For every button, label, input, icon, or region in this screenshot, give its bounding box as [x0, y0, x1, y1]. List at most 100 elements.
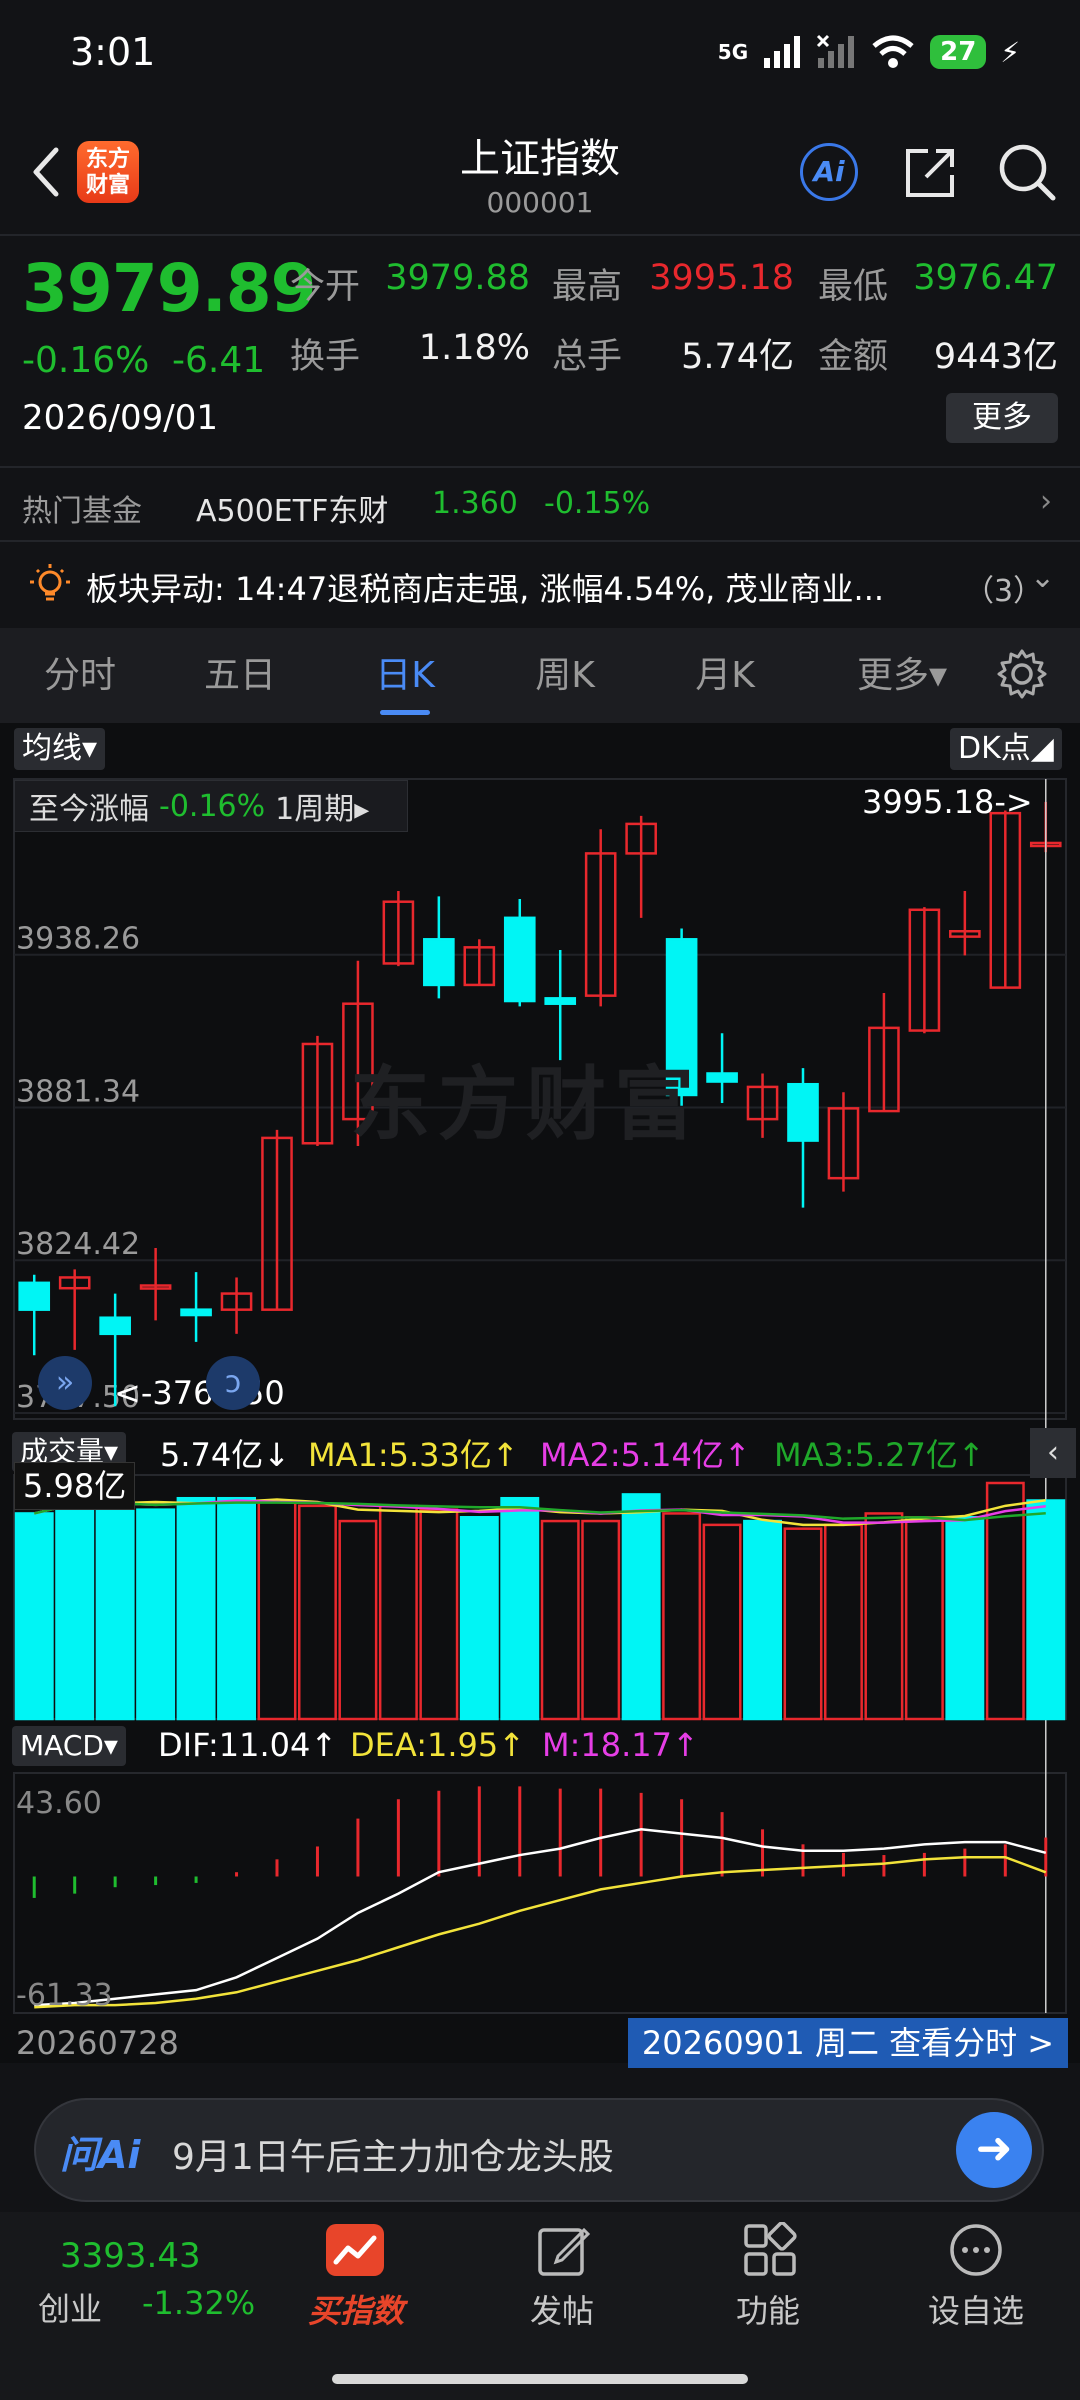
volume-bar	[783, 1527, 823, 1721]
arrow-right-icon[interactable]: ➜	[956, 2112, 1032, 2188]
candle-body	[544, 997, 577, 1005]
tab-more[interactable]: 更多▾	[832, 628, 972, 723]
macd-m: M:18.17↑	[542, 1726, 699, 1764]
volume-bar	[217, 1496, 256, 1721]
wifi-icon	[872, 35, 914, 68]
turnover-label: 换手	[290, 337, 361, 377]
hot-fund-price: 1.360	[432, 486, 518, 521]
volume-scale-label: 5.98亿	[14, 1462, 136, 1510]
macd-selector[interactable]: MACD▾	[12, 1726, 126, 1766]
period-gain-label: 至今涨幅	[29, 792, 149, 827]
low-label: 最低	[818, 267, 889, 307]
volume-bar	[136, 1508, 176, 1721]
candle-body	[99, 1316, 131, 1336]
macd-frame	[13, 1772, 1067, 2014]
kline-y-tick: 3881.34	[16, 1074, 140, 1109]
signal-marker-icon[interactable]: »	[38, 1356, 92, 1410]
change-value: -6.41	[172, 340, 266, 381]
trend-chart-icon[interactable]	[326, 2224, 384, 2276]
volume-bar	[55, 1493, 95, 1721]
period-gain-value: -0.16%	[159, 788, 266, 824]
news-text: 板块异动: 14:47退税商店走强, 涨幅4.54%, 茂业商业...	[86, 570, 885, 608]
kline-y-tick: 3824.42	[16, 1227, 140, 1262]
share-icon[interactable]	[900, 143, 960, 203]
period-gain-box[interactable]: 至今涨幅 -0.16% 1周期▸	[14, 780, 408, 832]
volume-bar	[540, 1519, 580, 1721]
nav-functions[interactable]: 功能	[688, 2286, 848, 2332]
candle-body	[787, 1082, 819, 1142]
nav-add-watchlist[interactable]: 设自选	[896, 2286, 1056, 2332]
nav-index-change[interactable]: -1.32%	[142, 2284, 255, 2322]
tab-monthly-k[interactable]: 月K	[660, 628, 790, 723]
macd-ymin: -61.33	[16, 1978, 113, 2013]
volume-ma1: MA1:5.33亿↑	[308, 1436, 519, 1474]
quote-date: 2026/09/01	[22, 398, 218, 438]
volume-bar	[702, 1523, 742, 1721]
chevron-down-icon: ⌄	[1030, 560, 1056, 595]
period-gain-period: 1周期▸	[275, 792, 370, 827]
kline-y-tick: 3938.26	[16, 922, 140, 957]
view-intraday-banner[interactable]: 20260901 周二 查看分时 >	[628, 2018, 1068, 2068]
charging-icon: ⚡	[1000, 35, 1020, 69]
network-label: 5G	[717, 40, 749, 64]
macd-dea: DEA:1.95↑	[350, 1726, 526, 1764]
open-value: 3979.88	[385, 258, 530, 298]
volume-bar	[662, 1512, 702, 1721]
nav-index-price[interactable]: 3393.43	[60, 2236, 201, 2276]
volume-label: 总手	[552, 337, 623, 377]
start-date: 20260728	[16, 2024, 179, 2062]
change-percent: -0.16%	[22, 340, 150, 381]
volume-bar	[95, 1500, 135, 1721]
home-indicator	[332, 2374, 748, 2384]
amount-label: 金额	[818, 337, 889, 377]
macd-dif: DIF:11.04↑	[158, 1726, 338, 1764]
volume-bar	[176, 1496, 216, 1721]
ai-logo: 问Ai	[60, 2133, 141, 2177]
current-price: 3979.89	[22, 250, 317, 327]
nav-post[interactable]: 发帖	[482, 2286, 642, 2332]
volume-bar	[378, 1504, 418, 1721]
grid-icon[interactable]	[742, 2222, 798, 2278]
header-divider	[0, 234, 1080, 236]
edit-icon[interactable]	[536, 2222, 592, 2278]
candle-body	[706, 1072, 738, 1083]
volume-bar	[904, 1516, 944, 1721]
tab-intraday[interactable]: 分时	[15, 628, 145, 723]
volume-ma2: MA2:5.14亿↑	[540, 1436, 751, 1474]
volume-bar	[1026, 1499, 1066, 1721]
collapse-panel-icon[interactable]: ‹	[1030, 1428, 1076, 1478]
volume-bar	[419, 1508, 459, 1721]
tab-daily-k[interactable]: 日K	[340, 628, 470, 723]
gear-icon[interactable]	[996, 648, 1048, 700]
signal-off-icon	[817, 34, 855, 68]
volume-bar	[298, 1504, 337, 1721]
turnover-value: 1.18%	[418, 328, 530, 368]
hot-fund-label: 热门基金	[22, 494, 142, 529]
volume-bar	[621, 1493, 661, 1721]
ma-selector[interactable]: 均线▾	[14, 728, 106, 770]
tab-weekly-k[interactable]: 周K	[500, 628, 630, 723]
nav-index-name[interactable]: 创业	[38, 2284, 102, 2330]
macd-dea-line	[34, 1855, 1047, 2009]
high-marker: 3995.18->	[862, 783, 1033, 821]
ai-button[interactable]: Ai	[800, 143, 858, 201]
hot-fund-name: A500ETF东财	[196, 494, 389, 529]
macd-dif-line	[34, 1828, 1047, 2007]
signal-icon	[764, 36, 801, 68]
ai-query-text: 9月1日午后主力加仓龙头股	[172, 2137, 614, 2178]
macd-ymax: 43.60	[16, 1786, 102, 1821]
search-icon[interactable]	[995, 140, 1059, 204]
candle-body	[503, 916, 536, 1003]
volume-bar	[824, 1523, 863, 1721]
hot-fund-row[interactable]	[0, 468, 1080, 540]
signal-marker-icon[interactable]: ↄ	[206, 1356, 260, 1410]
tab-five-day[interactable]: 五日	[175, 628, 305, 723]
more-dots-icon[interactable]	[948, 2222, 1004, 2278]
dk-point-button[interactable]: DK点◢	[950, 728, 1062, 770]
hot-fund-change: -0.15%	[544, 486, 651, 521]
high-label: 最高	[552, 267, 623, 307]
more-button[interactable]: 更多	[946, 393, 1058, 443]
battery-level: 27	[930, 35, 987, 69]
candle-body	[180, 1308, 212, 1317]
nav-buy-index[interactable]: 买指数	[276, 2286, 436, 2332]
